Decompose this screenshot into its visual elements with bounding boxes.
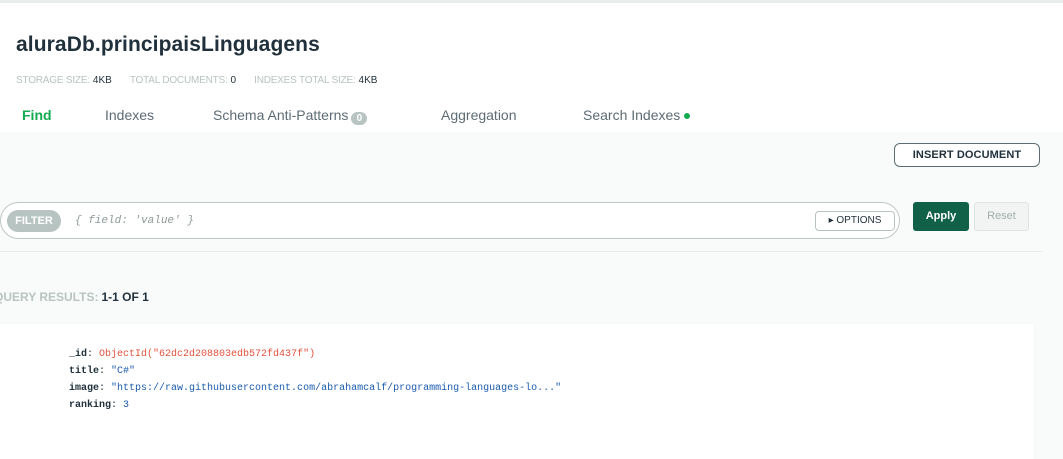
tab-search-indexes[interactable]: Search Indexes — [583, 107, 691, 123]
panel-edge — [1054, 132, 1063, 459]
tab-indexes[interactable]: Indexes — [105, 107, 154, 123]
query-results-summary: QUERY RESULTS: 1-1 OF 1 — [0, 290, 149, 304]
field-value: "C#" — [111, 366, 136, 377]
stat-label: TOTAL DOCUMENTS: — [129, 75, 228, 86]
document-field-ranking: ranking: 3 — [69, 399, 129, 413]
stat-storage-size: STORAGE SIZE: 4KB — [16, 75, 112, 86]
status-dot-icon — [684, 113, 691, 119]
stat-value: 4KB — [358, 75, 378, 86]
field-value: ObjectId("62dc2d208803edb572fd437f") — [99, 349, 316, 360]
reset-button[interactable]: Reset — [974, 202, 1029, 231]
filter-label: FILTER — [7, 210, 61, 232]
page-title: aluraDb.principaisLinguagens — [16, 33, 320, 56]
tab-label: Search Indexes — [583, 107, 681, 123]
filter-input[interactable] — [75, 212, 795, 230]
field-key: image — [69, 383, 100, 394]
tab-schema-anti-patterns[interactable]: Schema Anti-Patterns 0 — [213, 107, 368, 125]
stat-total-documents: TOTAL DOCUMENTS: 0 — [130, 75, 236, 86]
tab-label: Indexes — [105, 107, 155, 123]
tab-label: Schema Anti-Patterns — [213, 107, 349, 123]
tab-find[interactable]: Find — [22, 107, 52, 123]
document-card[interactable]: _id: ObjectId("62dc2d208803edb572fd437f"… — [0, 324, 1034, 459]
field-separator: : — [99, 366, 112, 377]
stat-value: 4KB — [92, 75, 112, 86]
document-field-image: image: "https://raw.githubusercontent.co… — [69, 382, 561, 396]
field-key: title — [69, 366, 100, 377]
stat-indexes-total-size: INDEXES TOTAL SIZE: 4KB — [254, 75, 377, 86]
field-key: _id — [69, 349, 88, 360]
apply-button[interactable]: Apply — [913, 202, 969, 231]
results-count: 1-1 OF 1 — [101, 290, 149, 304]
stat-label: STORAGE SIZE: — [16, 75, 90, 86]
field-value: 3 — [123, 400, 130, 411]
stat-value: 0 — [230, 75, 237, 86]
field-separator: : — [99, 383, 112, 394]
field-separator: : — [87, 349, 100, 360]
divider — [0, 251, 1043, 252]
filter-bar: FILTER ▸ OPTIONS — [0, 202, 900, 239]
document-field-id: _id: ObjectId("62dc2d208803edb572fd437f"… — [69, 348, 315, 362]
field-separator: : — [111, 400, 124, 411]
field-value: "https://raw.githubusercontent.com/abrah… — [111, 383, 562, 394]
collection-tabs: Find Indexes Schema Anti-Patterns 0 Aggre… — [0, 100, 720, 132]
count-badge: 0 — [351, 112, 368, 125]
tab-label: Find — [22, 107, 52, 123]
collection-stats: STORAGE SIZE: 4KB TOTAL DOCUMENTS: 0 INDEX… — [16, 75, 377, 86]
tab-aggregation[interactable]: Aggregation — [441, 107, 517, 123]
stat-label: INDEXES TOTAL SIZE: — [254, 75, 356, 86]
document-field-title: title: "C#" — [69, 365, 135, 379]
results-label: QUERY RESULTS: — [0, 290, 99, 304]
field-key: ranking — [69, 400, 112, 411]
options-button[interactable]: ▸ OPTIONS — [815, 211, 895, 231]
top-divider — [0, 0, 1063, 3]
insert-document-button[interactable]: INSERT DOCUMENT — [894, 143, 1040, 167]
tab-label: Aggregation — [441, 107, 517, 123]
